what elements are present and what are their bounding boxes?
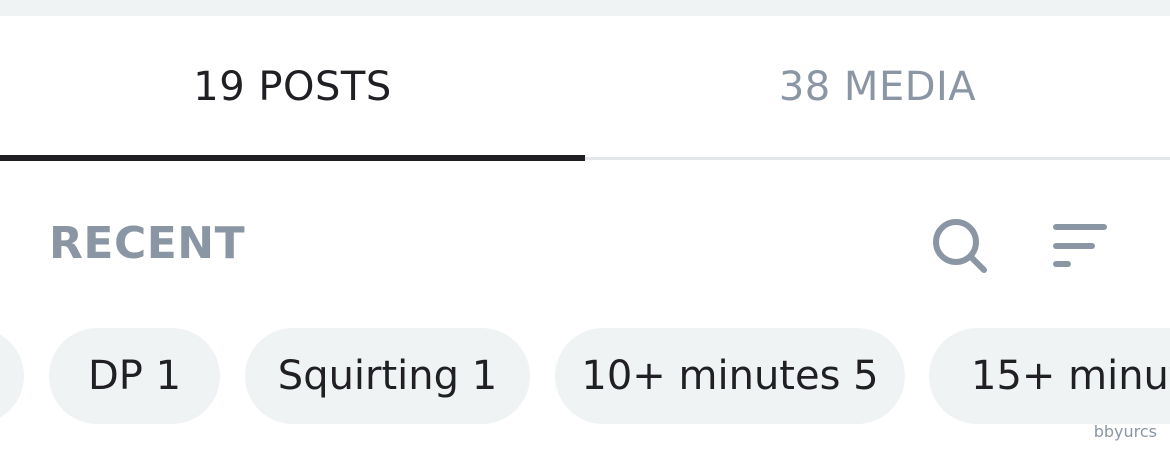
tab-posts[interactable]: 19 POSTS (0, 16, 585, 161)
tag-chip-squirting[interactable]: Squirting 1 (245, 328, 530, 424)
tag-chip-dp[interactable]: DP 1 (49, 328, 220, 424)
tab-media-label: 38 MEDIA (778, 63, 977, 110)
tag-chip-15-minutes[interactable]: 15+ minutes (929, 328, 1170, 424)
content-tabs: 19 POSTS 38 MEDIA (0, 16, 1170, 161)
tag-chip-row: DP 1 Squirting 1 10+ minutes 5 15+ minut… (0, 328, 1170, 424)
watermark-text: bbyurcs (1093, 422, 1157, 441)
active-tab-indicator (0, 155, 585, 161)
top-divider-strip (0, 0, 1170, 16)
tag-chip-10-minutes[interactable]: 10+ minutes 5 (555, 328, 905, 424)
profile-content-view: 19 POSTS 38 MEDIA RECENT DP 1 Squirting … (0, 0, 1170, 456)
sort-icon[interactable] (1048, 216, 1112, 276)
section-title-recent: RECENT (49, 218, 246, 269)
tab-media[interactable]: 38 MEDIA (585, 16, 1170, 161)
tab-posts-label: 19 POSTS (193, 63, 392, 110)
tag-chip-partial[interactable] (0, 328, 24, 424)
tab-bar-divider (585, 157, 1170, 160)
search-icon[interactable] (928, 214, 992, 278)
